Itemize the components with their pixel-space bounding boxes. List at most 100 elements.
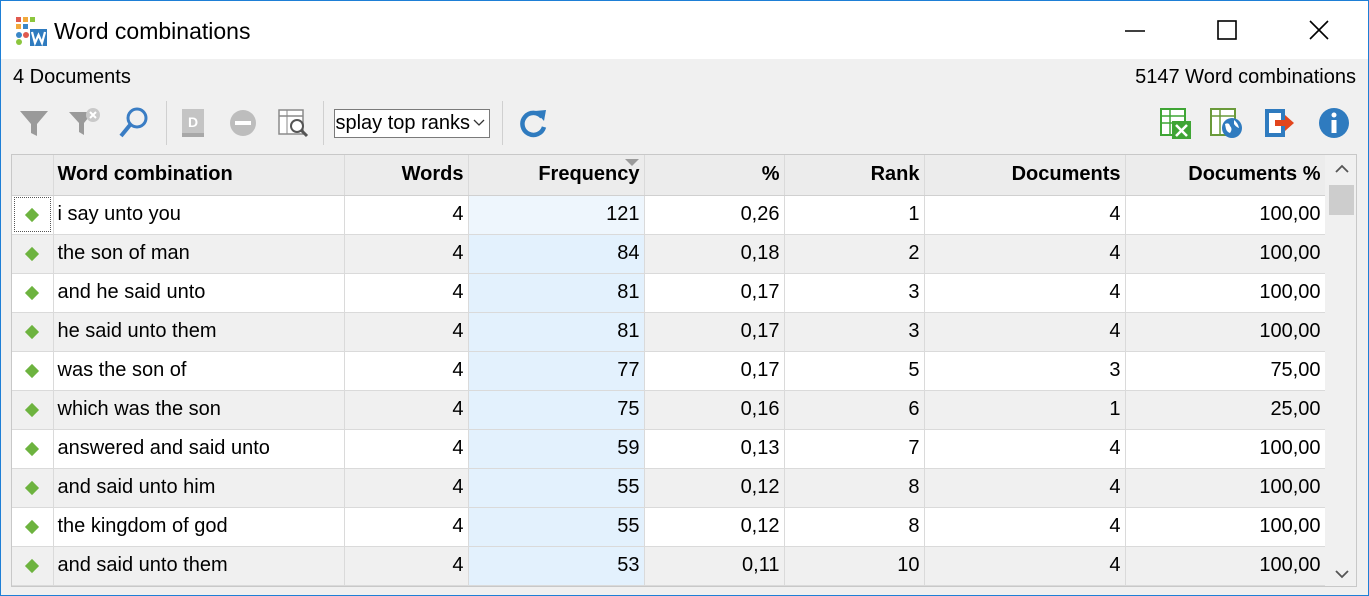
- table-row[interactable]: which was the son 4 75 0,16 6 1 25,00: [12, 390, 1326, 430]
- send-button[interactable]: [1259, 103, 1299, 143]
- column-header-percent[interactable]: %: [644, 155, 785, 196]
- excel-export-button[interactable]: [1156, 103, 1196, 143]
- display-ranks-select[interactable]: Display top ranks: [334, 109, 490, 138]
- cell-words[interactable]: 4: [344, 429, 469, 469]
- word-combinations-table[interactable]: Word combination Words Frequency % Rank …: [11, 154, 1357, 587]
- cell-frequency[interactable]: 84: [468, 234, 645, 274]
- cell-frequency[interactable]: 53: [468, 546, 645, 586]
- row-marker[interactable]: [12, 507, 54, 547]
- cell-rank[interactable]: 5: [784, 351, 925, 391]
- cell-documents[interactable]: 4: [924, 546, 1126, 586]
- vertical-scrollbar[interactable]: [1325, 155, 1356, 586]
- cell-rank[interactable]: 3: [784, 273, 925, 313]
- cell-words[interactable]: 4: [344, 312, 469, 352]
- cell-documents-percent[interactable]: 75,00: [1125, 351, 1326, 391]
- cell-documents-percent[interactable]: 100,00: [1125, 234, 1326, 274]
- cell-percent[interactable]: 0,18: [644, 234, 785, 274]
- row-marker[interactable]: [12, 351, 54, 391]
- row-marker[interactable]: [12, 195, 54, 235]
- table-row[interactable]: was the son of 4 77 0,17 5 3 75,00: [12, 351, 1326, 391]
- table-row[interactable]: and said unto them 4 53 0,11 10 4 100,00: [12, 546, 1326, 586]
- cell-word-combination[interactable]: and said unto them: [53, 546, 345, 586]
- row-marker[interactable]: [12, 273, 54, 313]
- cell-frequency[interactable]: 59: [468, 429, 645, 469]
- cell-documents[interactable]: 4: [924, 234, 1126, 274]
- info-button[interactable]: [1314, 103, 1354, 143]
- cell-documents-percent[interactable]: 25,00: [1125, 390, 1326, 430]
- cell-word-combination[interactable]: the son of man: [53, 234, 345, 274]
- table-row[interactable]: i say unto you 4 121 0,26 1 4 100,00: [12, 195, 1326, 235]
- cell-word-combination[interactable]: was the son of: [53, 351, 345, 391]
- cell-documents[interactable]: 4: [924, 312, 1126, 352]
- cell-documents[interactable]: 4: [924, 507, 1126, 547]
- cell-words[interactable]: 4: [344, 468, 469, 508]
- cell-words[interactable]: 4: [344, 195, 469, 235]
- cell-rank[interactable]: 6: [784, 390, 925, 430]
- cell-frequency[interactable]: 55: [468, 507, 645, 547]
- table-row[interactable]: and he said unto 4 81 0,17 3 4 100,00: [12, 273, 1326, 313]
- cell-documents[interactable]: 4: [924, 468, 1126, 508]
- scroll-thumb[interactable]: [1329, 185, 1354, 215]
- row-marker[interactable]: [12, 390, 54, 430]
- cell-frequency[interactable]: 81: [468, 273, 645, 313]
- cell-rank[interactable]: 8: [784, 507, 925, 547]
- cell-rank[interactable]: 1: [784, 195, 925, 235]
- table-row[interactable]: the kingdom of god 4 55 0,12 8 4 100,00: [12, 507, 1326, 547]
- cell-rank[interactable]: 8: [784, 468, 925, 508]
- row-marker[interactable]: [12, 468, 54, 508]
- cell-word-combination[interactable]: he said unto them: [53, 312, 345, 352]
- cell-rank[interactable]: 3: [784, 312, 925, 352]
- cell-documents[interactable]: 1: [924, 390, 1126, 430]
- cell-documents-percent[interactable]: 100,00: [1125, 468, 1326, 508]
- table-row[interactable]: he said unto them 4 81 0,17 3 4 100,00: [12, 312, 1326, 352]
- column-header-frequency[interactable]: Frequency: [468, 155, 645, 196]
- dictionary-button[interactable]: D: [173, 103, 213, 143]
- cell-words[interactable]: 4: [344, 234, 469, 274]
- cell-documents-percent[interactable]: 100,00: [1125, 546, 1326, 586]
- cell-documents[interactable]: 3: [924, 351, 1126, 391]
- cell-rank[interactable]: 7: [784, 429, 925, 469]
- close-button[interactable]: [1273, 1, 1365, 59]
- search-table-button[interactable]: [273, 103, 313, 143]
- column-header-rank[interactable]: Rank: [784, 155, 925, 196]
- column-header-documents-percent[interactable]: Documents %: [1125, 155, 1326, 196]
- cell-word-combination[interactable]: answered and said unto: [53, 429, 345, 469]
- cell-word-combination[interactable]: and he said unto: [53, 273, 345, 313]
- cell-words[interactable]: 4: [344, 273, 469, 313]
- cell-word-combination[interactable]: and said unto him: [53, 468, 345, 508]
- cell-documents[interactable]: 4: [924, 429, 1126, 469]
- maximize-button[interactable]: [1181, 1, 1273, 59]
- cell-frequency[interactable]: 55: [468, 468, 645, 508]
- cell-percent[interactable]: 0,17: [644, 351, 785, 391]
- column-header-word-combination[interactable]: Word combination: [53, 155, 345, 196]
- cell-frequency[interactable]: 75: [468, 390, 645, 430]
- cell-percent[interactable]: 0,11: [644, 546, 785, 586]
- table-row[interactable]: and said unto him 4 55 0,12 8 4 100,00: [12, 468, 1326, 508]
- cell-documents-percent[interactable]: 100,00: [1125, 507, 1326, 547]
- refresh-button[interactable]: [513, 103, 553, 143]
- table-row[interactable]: the son of man 4 84 0,18 2 4 100,00: [12, 234, 1326, 274]
- cell-words[interactable]: 4: [344, 351, 469, 391]
- cell-documents[interactable]: 4: [924, 273, 1126, 313]
- cell-word-combination[interactable]: the kingdom of god: [53, 507, 345, 547]
- scroll-up-button[interactable]: [1325, 155, 1356, 183]
- column-header-documents[interactable]: Documents: [924, 155, 1126, 196]
- minimize-button[interactable]: [1089, 1, 1181, 59]
- cell-percent[interactable]: 0,13: [644, 429, 785, 469]
- cell-percent[interactable]: 0,12: [644, 507, 785, 547]
- cell-rank[interactable]: 2: [784, 234, 925, 274]
- filter-button[interactable]: [14, 103, 54, 143]
- cell-documents[interactable]: 4: [924, 195, 1126, 235]
- row-marker[interactable]: [12, 312, 54, 352]
- table-row[interactable]: answered and said unto 4 59 0,13 7 4 100,00: [12, 429, 1326, 469]
- search-button[interactable]: [114, 103, 154, 143]
- cell-word-combination[interactable]: i say unto you: [53, 195, 345, 235]
- cell-frequency[interactable]: 81: [468, 312, 645, 352]
- cell-words[interactable]: 4: [344, 507, 469, 547]
- row-marker[interactable]: [12, 234, 54, 274]
- cell-percent[interactable]: 0,12: [644, 468, 785, 508]
- cell-percent[interactable]: 0,17: [644, 273, 785, 313]
- scroll-down-button[interactable]: [1325, 560, 1356, 586]
- column-header-words[interactable]: Words: [344, 155, 469, 196]
- cell-frequency[interactable]: 77: [468, 351, 645, 391]
